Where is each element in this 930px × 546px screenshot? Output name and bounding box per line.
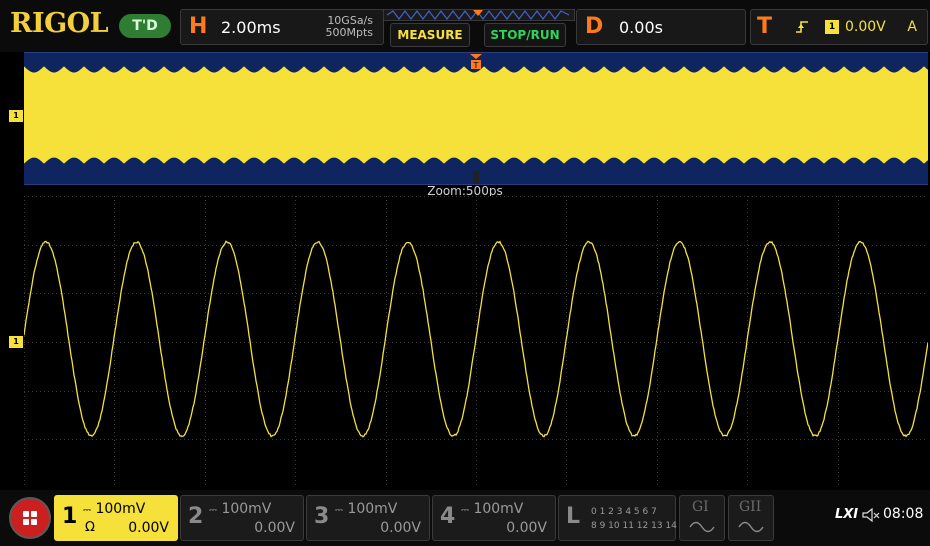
trigger-panel[interactable]: T 1 0.00V A <box>750 9 928 45</box>
trigger-level: 0.00V <box>845 19 886 35</box>
acquisition-info: 10GSa/s 500Mpts <box>325 15 373 39</box>
generator-1-tab[interactable]: GI <box>679 495 725 541</box>
acquisition-status-badge[interactable]: T'D <box>119 14 171 38</box>
sine-wave-icon <box>689 521 715 533</box>
channel-1-impedance: Ω <box>85 520 95 535</box>
channel-2-offset: 0.00V <box>254 520 295 536</box>
overview-waveform <box>24 53 928 184</box>
ch1-waveform-trace <box>24 241 928 436</box>
brand-logo: RIGOL <box>10 8 108 39</box>
logic-letter: L <box>566 504 580 529</box>
speaker-muted-icon[interactable] <box>862 508 880 522</box>
generator-1-label: GI <box>692 499 709 515</box>
generator-2-tab[interactable]: GII <box>728 495 774 541</box>
overview-trigger-position-icon: T <box>470 54 482 70</box>
memory-depth: 500Mpts <box>325 27 373 39</box>
channel-4-scale-value: 100mV <box>473 501 523 517</box>
channel-2-scale-value: 100mV <box>221 501 271 517</box>
channel-4-scale: ⎓ 100mV <box>461 501 523 517</box>
ch1-offset-marker[interactable]: 1 <box>9 336 23 348</box>
top-status-bar: RIGOL T'D H 2.00ms 10GSa/s 500Mpts MEASU… <box>0 0 930 52</box>
horizontal-letter: H <box>189 14 207 39</box>
main-menu-button[interactable] <box>9 497 51 539</box>
menu-grid-icon <box>11 499 49 537</box>
ch1-offset-marker-label: 1 <box>9 336 23 348</box>
memory-position-indicator <box>383 9 575 21</box>
logic-analyzer-tab[interactable]: L 0 1 2 3 4 5 6 7 8 9 10 11 12 13 14 15 <box>558 495 676 541</box>
channel-1-offset: 0.00V <box>128 520 169 536</box>
delay-panel[interactable]: D 0.00s <box>576 9 746 45</box>
channel-2-tab[interactable]: 2 ⎓ 100mV 0.00V <box>180 495 304 541</box>
horizontal-panel[interactable]: H 2.00ms 10GSa/s 500Mpts <box>180 9 384 45</box>
channel-4-offset: 0.00V <box>506 520 547 536</box>
dc-coupling-icon: ⎓ <box>335 505 343 516</box>
channel-3-scale: ⎓ 100mV <box>335 501 397 517</box>
rising-edge-icon <box>795 20 809 34</box>
trigger-letter: T <box>757 14 772 39</box>
dc-coupling-icon: ⎓ <box>83 505 91 516</box>
channel-4-tab[interactable]: 4 ⎓ 100mV 0.00V <box>432 495 556 541</box>
overview-waveform-envelope <box>24 67 928 163</box>
channel-4-number: 4 <box>440 504 455 529</box>
overview-waveform-panel <box>24 52 928 185</box>
measure-button[interactable]: MEASURE <box>390 23 470 47</box>
channel-3-offset: 0.00V <box>380 520 421 536</box>
svg-text:T: T <box>473 61 479 70</box>
channel-3-scale-value: 100mV <box>347 501 397 517</box>
channel-1-scale: ⎓ 100mV <box>83 501 145 517</box>
channel-1-scale-value: 100mV <box>95 501 145 517</box>
bottom-channel-bar: 1 ⎓ 100mV Ω 0.00V 2 ⎓ 100mV 0.00V 3 ⎓ 10… <box>0 490 930 546</box>
generator-2-label: GII <box>739 499 761 515</box>
sine-wave-icon <box>738 521 764 533</box>
logic-channels-row-2: 8 9 10 11 12 13 14 15 <box>591 521 691 531</box>
timebase-value: 2.00ms <box>221 18 281 37</box>
dc-coupling-icon: ⎓ <box>209 505 217 516</box>
channel-1-tab[interactable]: 1 ⎓ 100mV Ω 0.00V <box>54 495 178 541</box>
delay-letter: D <box>585 14 603 39</box>
delay-value: 0.00s <box>619 18 663 37</box>
logic-channels-row-1: 0 1 2 3 4 5 6 7 <box>591 507 657 517</box>
clock: 08:08 <box>883 506 923 522</box>
channel-1-number: 1 <box>62 504 77 529</box>
channel-2-scale: ⎓ 100mV <box>209 501 271 517</box>
trigger-mode: A <box>907 19 917 35</box>
dc-coupling-icon: ⎓ <box>461 505 469 516</box>
channel-3-tab[interactable]: 3 ⎓ 100mV 0.00V <box>306 495 430 541</box>
channel-2-number: 2 <box>188 504 203 529</box>
overview-channel-marker[interactable]: 1 <box>9 110 23 122</box>
lxi-logo: LXI <box>835 507 858 522</box>
trigger-source-badge: 1 <box>825 20 839 34</box>
overview-ch1-marker-label: 1 <box>9 110 23 122</box>
stop-run-button[interactable]: STOP/RUN <box>484 23 566 47</box>
channel-3-number: 3 <box>314 504 329 529</box>
waveform-plot <box>24 196 928 488</box>
zoomed-waveform-display <box>24 196 928 488</box>
